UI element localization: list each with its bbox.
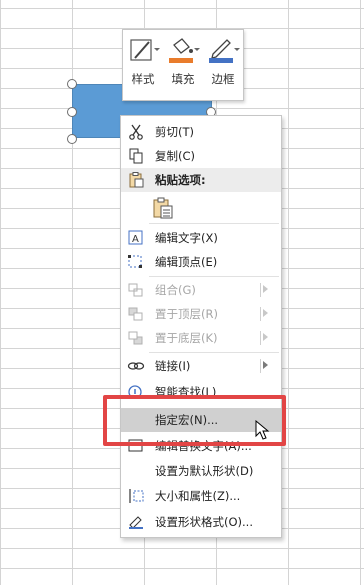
group-icon <box>128 283 143 297</box>
resize-handle[interactable] <box>67 79 77 89</box>
style-label: 样式 <box>131 72 155 86</box>
menu-item-label: 设置形状格式(O)... <box>155 515 253 529</box>
menu-item-label: 编辑顶点(E) <box>155 255 218 269</box>
submenu-divider <box>260 331 261 345</box>
menu-item-label: 置于顶层(R) <box>155 307 218 321</box>
menu-item-copy[interactable]: 复制(C) <box>121 144 281 168</box>
menu-item-label: 组合(G) <box>155 283 196 297</box>
mini-toolbar: 样式 填充 边框 <box>122 29 244 101</box>
paste-option-icon[interactable] <box>151 196 175 220</box>
menu-item-label: 链接(I) <box>155 359 191 373</box>
submenu-divider <box>260 307 261 321</box>
border-label: 边框 <box>211 72 235 86</box>
submenu-divider <box>260 359 261 373</box>
menu-item-link[interactable]: 链接(I) <box>121 354 281 378</box>
menu-item-edit-text[interactable]: A 编辑文字(X) <box>121 226 281 250</box>
scissors-icon <box>129 124 143 140</box>
resize-handle[interactable] <box>67 134 77 144</box>
menu-item-label: 大小和属性(Z)... <box>155 489 241 503</box>
copy-icon <box>129 148 143 164</box>
mouse-cursor-icon <box>255 420 270 440</box>
menu-item-bring-to-front[interactable]: 置于顶层(R) <box>121 302 281 326</box>
menu-item-label: 设置为默认形状(D) <box>155 464 254 478</box>
paste-options-header: 粘贴选项: <box>121 168 281 192</box>
svg-text:A: A <box>132 234 139 245</box>
send-back-icon <box>128 331 143 345</box>
format-shape-icon <box>129 516 143 529</box>
pen-border-icon <box>205 36 241 64</box>
paste-icon <box>129 172 144 188</box>
menu-item-format-shape[interactable]: 设置形状格式(O)... <box>121 510 281 534</box>
paint-bucket-icon <box>165 36 201 64</box>
link-icon <box>127 362 145 370</box>
menu-item-group[interactable]: 组合(G) <box>121 278 281 302</box>
menu-separator <box>149 352 279 353</box>
menu-item-label: 粘贴选项: <box>155 173 206 187</box>
edit-points-icon <box>128 255 142 268</box>
menu-item-send-to-back[interactable]: 置于底层(K) <box>121 326 281 350</box>
style-button[interactable]: 样式 <box>123 30 163 100</box>
menu-item-label: 置于底层(K) <box>155 331 218 345</box>
edit-text-icon: A <box>128 230 143 245</box>
menu-item-cut[interactable]: 剪切(T) <box>121 120 281 144</box>
resize-handle[interactable] <box>67 107 77 117</box>
shape-style-icon <box>125 36 161 64</box>
submenu-divider <box>260 283 261 297</box>
menu-item-size-properties[interactable]: 大小和属性(Z)... <box>121 484 281 508</box>
bring-front-icon <box>128 307 143 321</box>
submenu-arrow-icon <box>263 361 268 369</box>
border-button[interactable]: 边框 <box>203 30 243 100</box>
submenu-arrow-icon <box>263 309 268 317</box>
menu-item-label: 编辑文字(X) <box>155 231 218 245</box>
submenu-arrow-icon <box>263 333 268 341</box>
menu-separator <box>149 223 279 224</box>
menu-item-label: 复制(C) <box>155 149 196 163</box>
menu-item-set-default-shape[interactable]: 设置为默认形状(D) <box>121 459 281 483</box>
size-properties-icon <box>129 489 144 503</box>
submenu-arrow-icon <box>263 285 268 293</box>
menu-item-label: 剪切(T) <box>155 125 194 139</box>
context-menu: 剪切(T) 复制(C) 粘贴选项: A 编辑文字(X) 编辑顶点(E) 组合(G… <box>120 115 282 538</box>
menu-separator <box>149 276 279 277</box>
menu-item-edit-points[interactable]: 编辑顶点(E) <box>121 250 281 274</box>
fill-button[interactable]: 填充 <box>163 30 203 100</box>
fill-label: 填充 <box>171 72 195 86</box>
